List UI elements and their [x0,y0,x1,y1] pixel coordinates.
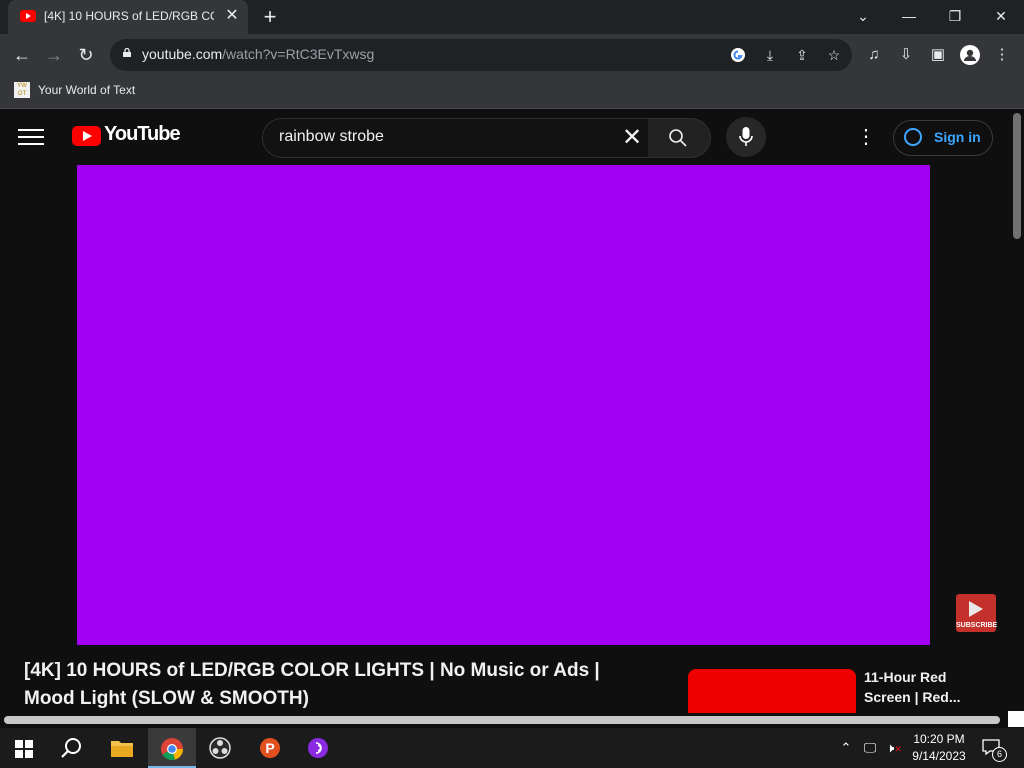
browser-toolbar: ← → ↻ youtube.com/watch?v=RtC3EvTxwsg ⤓ … [0,34,1024,76]
video-player[interactable] [77,165,930,645]
sign-in-label: Sign in [934,129,981,145]
app-p-taskbar-button[interactable]: P [246,728,294,768]
clear-search-icon[interactable]: ✕ [617,123,647,153]
recommended-video-thumbnail[interactable] [688,669,856,713]
youtube-logo-icon[interactable] [72,126,101,146]
obs-taskbar-button[interactable] [196,728,244,768]
youtube-favicon-icon [20,10,36,22]
side-panel-icon[interactable]: ▣ [926,43,950,67]
restore-button[interactable]: ❐ [940,4,970,28]
search-taskbar-button[interactable] [48,728,96,768]
back-arrow-icon[interactable]: ← [10,43,34,67]
windows-start-button[interactable] [0,728,48,768]
reload-icon[interactable]: ↻ [74,43,98,67]
search-icon [669,129,687,147]
clock-time[interactable]: 10:20 PM [906,732,972,746]
search-button[interactable] [648,118,711,158]
new-tab-button[interactable]: + [258,5,282,29]
notifications-button[interactable]: 6 [980,738,1008,762]
chrome-icon [161,738,184,761]
clock-date[interactable]: 9/14/2023 [906,749,972,763]
file-explorer-taskbar-button[interactable] [98,728,146,768]
settings-kebab-icon[interactable]: ⋮ [856,127,876,147]
share-icon[interactable]: ⇪ [790,43,814,67]
folder-icon [111,741,133,757]
volume-muted-icon[interactable]: 🕨✕ [884,738,904,758]
tab-strip: [4K] 10 HOURS of LED/RGB COLOR LIGHTS | … [0,0,1024,34]
account-circle-icon [904,128,922,146]
hamburger-menu-icon[interactable] [18,127,44,147]
lock-icon [123,48,131,57]
podcast-app-icon [308,738,328,758]
search-icon [61,738,81,758]
browser-tab-active[interactable]: [4K] 10 HOURS of LED/RGB COLOR LIGHTS | … [8,0,248,34]
media-controls-icon[interactable]: ♫ [862,43,886,67]
svg-text:P: P [265,740,274,756]
bookmark-star-icon[interactable]: ☆ [822,43,846,67]
subscribe-watermark[interactable]: SUBSCRIBE [956,594,998,632]
sign-in-button[interactable]: Sign in [893,120,993,156]
recommended-video-title[interactable]: 11-Hour Red Screen | Red... [864,667,984,707]
podcast-app-taskbar-button[interactable] [294,728,342,768]
show-hidden-icons-chevron-icon[interactable]: ⌃ [836,738,856,758]
scrollbar-corner [1008,711,1024,727]
google-lens-icon[interactable] [726,43,750,67]
bookmarks-bar: YW OT Your World of Text [0,76,1024,109]
profile-avatar-icon[interactable] [958,43,982,67]
your-world-of-text-favicon-icon: YW OT [14,82,30,98]
youtube-logo-text[interactable]: YouTube [104,123,181,146]
network-icon[interactable]: 🖵 [860,738,880,758]
bookmark-your-world-of-text[interactable]: Your World of Text [38,83,135,97]
windows-logo-icon [15,740,33,758]
page-scrollbar[interactable] [1010,109,1024,714]
youtube-header: YouTube rainbow strobe ✕ ⋮ Sign in [0,109,1010,165]
minimize-button[interactable]: — [894,4,924,28]
address-bar[interactable]: youtube.com/watch?v=RtC3EvTxwsg ⤓ ⇪ ☆ [110,39,852,71]
subscribe-watermark-label: SUBSCRIBE [956,622,998,629]
page-scrollbar-thumb[interactable] [1013,113,1021,239]
horizontal-scrollbar-thumb[interactable] [4,716,1000,724]
horizontal-scrollbar[interactable] [0,713,1024,727]
downloads-icon[interactable]: ⇩ [894,43,918,67]
chrome-menu-icon[interactable]: ⋮ [990,43,1014,67]
video-title: [4K] 10 HOURS of LED/RGB COLOR LIGHTS | … [24,660,600,709]
tab-title: [4K] 10 HOURS of LED/RGB COLOR LIGHTS | … [44,9,214,23]
url-text[interactable]: youtube.com/watch?v=RtC3EvTxwsg [142,46,374,62]
video-info-area: [4K] 10 HOURS of LED/RGB COLOR LIGHTS | … [0,645,1010,713]
microphone-icon [739,127,753,146]
install-app-icon[interactable]: ⤓ [758,43,782,67]
search-input[interactable]: rainbow strobe ✕ [262,118,650,158]
windows-taskbar: P ⌃ 🖵 🕨✕ 10:20 PM 9/14/2023 6 [0,728,1024,768]
forward-arrow-icon[interactable]: → [42,43,66,67]
p-app-icon: P [260,738,280,758]
notification-count-badge: 6 [992,747,1007,762]
tab-close-icon[interactable]: ✕ [222,6,242,26]
search-query-text[interactable]: rainbow strobe [279,128,384,146]
tab-search-chevron-icon[interactable]: ⌄ [848,4,878,28]
voice-search-button[interactable] [726,117,766,157]
obs-icon [209,737,231,759]
close-window-button[interactable]: ✕ [986,4,1016,28]
chrome-taskbar-button[interactable] [148,728,196,768]
